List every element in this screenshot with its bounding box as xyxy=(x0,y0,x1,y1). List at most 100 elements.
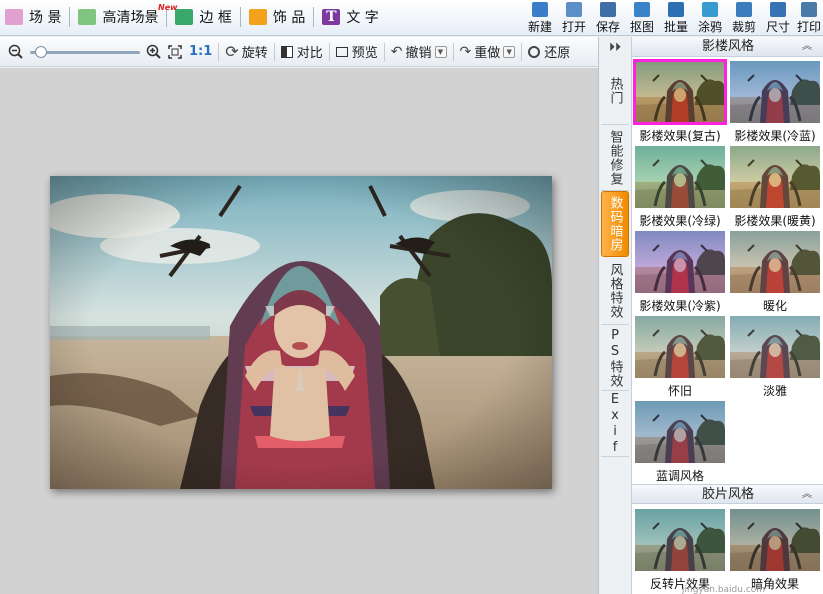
save-button[interactable]: 保存 xyxy=(591,0,625,36)
compare-button[interactable]: 对比 xyxy=(280,41,323,63)
redo-button[interactable]: ↷ 重做 ▼ xyxy=(460,41,516,63)
editing-canvas[interactable] xyxy=(0,68,598,594)
effect-thumbnail[interactable]: 影楼效果(冷绿) xyxy=(634,146,726,228)
redo-label: 重做 xyxy=(474,46,501,61)
doodle-label: 涂鸦 xyxy=(697,20,722,34)
preview-button[interactable]: 预览 xyxy=(335,41,378,63)
crop-icon xyxy=(736,2,752,17)
tab-scene[interactable]: 场 景 xyxy=(0,5,66,29)
save-label: 保存 xyxy=(595,20,620,34)
side-tab-digital-darkroom[interactable]: 数码暗房 xyxy=(601,191,629,257)
side-tab-exif[interactable]: Exif xyxy=(601,391,629,457)
effect-label: 怀旧 xyxy=(667,384,692,398)
section-header-studio-style[interactable]: 影楼风格 ︽ xyxy=(632,37,823,57)
crop-label: 裁剪 xyxy=(731,20,756,34)
redo-dropdown-icon[interactable]: ▼ xyxy=(503,45,516,58)
undo-dropdown-icon[interactable]: ▼ xyxy=(434,45,447,58)
zoom-slider-thumb[interactable] xyxy=(34,45,47,58)
category-tab-strip: ⏵⏵ 热门 智能修复 数码暗房 风格特效 PS特效 Exif xyxy=(598,37,631,594)
zoom-out-icon[interactable] xyxy=(8,41,24,63)
side-tab-popular[interactable]: 热门 xyxy=(601,57,629,125)
effect-label: 影楼效果(复古) xyxy=(639,129,721,143)
effect-thumbnail[interactable]: 影楼效果(冷蓝) xyxy=(729,61,821,143)
zoom-in-icon[interactable] xyxy=(146,41,162,63)
material-tabs: 场 景 高清场景 New 边 框 饰 品 T 文 字 xyxy=(0,0,384,34)
effect-label: 影楼效果(冷蓝) xyxy=(734,129,816,143)
collapse-section-icon[interactable]: ︽ xyxy=(802,37,812,57)
toolbar-separator xyxy=(273,42,275,61)
tab-scene-label: 场 景 xyxy=(29,10,62,26)
section-header-film-style[interactable]: 胶片风格 ︽ xyxy=(632,484,823,504)
scene-icon xyxy=(5,9,23,25)
collapse-panel-icon[interactable]: ⏵⏵ xyxy=(599,37,631,57)
restore-button[interactable]: 还原 xyxy=(528,41,570,63)
toolbar-separator xyxy=(383,42,385,61)
effect-preview-image xyxy=(635,231,725,293)
restore-label: 还原 xyxy=(544,46,571,61)
tab-accessory[interactable]: 饰 品 xyxy=(244,5,310,29)
effect-label: 影楼效果(暖黄) xyxy=(734,214,816,228)
effect-thumbnail[interactable]: 暗角效果 xyxy=(729,509,821,591)
print-label: 打印 xyxy=(796,20,821,34)
effect-label: 影楼效果(冷绿) xyxy=(639,214,721,228)
undo-label: 撤销 xyxy=(405,46,432,61)
undo-button[interactable]: ↶ 撤销 ▼ xyxy=(391,41,447,63)
crop-button[interactable]: 裁剪 xyxy=(727,0,761,36)
effect-thumbnail[interactable]: 影楼效果(复古) xyxy=(633,59,727,143)
actual-size-button[interactable]: 1:1 xyxy=(189,41,212,63)
new-button[interactable]: 新建 xyxy=(523,0,557,36)
compare-label: 对比 xyxy=(296,46,323,61)
doodle-icon xyxy=(702,2,718,17)
doodle-button[interactable]: 涂鸦 xyxy=(693,0,727,36)
batch-icon xyxy=(668,2,684,17)
tab-text-label: 文 字 xyxy=(346,10,379,26)
resize-label: 尺寸 xyxy=(765,20,790,34)
cutout-label: 抠图 xyxy=(629,20,654,34)
effect-thumbnail[interactable]: 影楼效果(冷紫) xyxy=(634,231,726,313)
edited-photo[interactable] xyxy=(50,176,552,489)
new-label: 新建 xyxy=(527,20,552,34)
tab-frame-label: 边 框 xyxy=(199,10,232,26)
rotate-label: 旋转 xyxy=(241,46,268,61)
open-label: 打开 xyxy=(561,20,586,34)
tab-hd-scene-label: 高清场景 xyxy=(102,10,159,26)
effect-preview-image xyxy=(730,231,820,293)
side-tab-smart-repair[interactable]: 智能修复 xyxy=(601,125,629,191)
effect-thumbnail[interactable]: 蓝调风格 xyxy=(634,401,726,483)
resize-icon xyxy=(770,2,786,17)
effects-panel: 影楼风格 ︽ 影楼效果(复古) 影楼效果(冷蓝) 影楼效果(冷绿) 影楼效果(暖黄) 影… xyxy=(631,37,823,594)
effect-thumbnail[interactable]: 淡雅 xyxy=(729,316,821,398)
tab-hd-scene[interactable]: 高清场景 xyxy=(73,5,163,29)
print-button[interactable]: 打印 xyxy=(795,0,823,36)
effect-thumbnail[interactable]: 暖化 xyxy=(729,231,821,313)
effect-thumbnail[interactable]: 怀旧 xyxy=(634,316,726,398)
section-title: 胶片风格 xyxy=(701,487,754,502)
resize-button[interactable]: 尺寸 xyxy=(761,0,795,36)
effect-preview-image xyxy=(635,509,725,571)
rotate-button[interactable]: ⟳ 旋转 xyxy=(225,41,267,63)
zoom-slider[interactable] xyxy=(30,45,140,59)
effect-thumbnail[interactable]: 影楼效果(暖黄) xyxy=(729,146,821,228)
effect-preview-image xyxy=(730,146,820,208)
effect-label: 蓝调风格 xyxy=(655,469,704,483)
toolbar-separator xyxy=(521,42,523,61)
text-icon: T xyxy=(322,9,341,25)
collapse-section-icon[interactable]: ︽ xyxy=(802,485,812,505)
open-button[interactable]: 打开 xyxy=(557,0,591,36)
cutout-button[interactable]: 抠图 xyxy=(625,0,659,36)
side-tab-ps-effects[interactable]: PS特效 xyxy=(601,325,629,391)
tab-text[interactable]: T 文 字 xyxy=(317,5,383,29)
side-tab-style-effects[interactable]: 风格特效 xyxy=(601,257,629,325)
effect-thumbnail[interactable]: 反转片效果 xyxy=(634,509,726,591)
accessory-icon xyxy=(248,9,267,25)
frame-icon xyxy=(175,9,194,25)
top-toolbar: 场 景 高清场景 New 边 框 饰 品 T 文 字 新建 打开 保存 抠图 批… xyxy=(0,0,823,36)
tab-separator xyxy=(69,7,71,27)
undo-icon: ↶ xyxy=(390,43,403,60)
batch-button[interactable]: 批量 xyxy=(659,0,693,36)
tab-frame[interactable]: 边 框 xyxy=(170,5,236,29)
effect-preview-image xyxy=(635,146,725,208)
fit-window-icon[interactable] xyxy=(168,41,182,63)
watermark: jingyan.baidu.com xyxy=(682,585,766,594)
cutout-icon xyxy=(634,2,650,17)
